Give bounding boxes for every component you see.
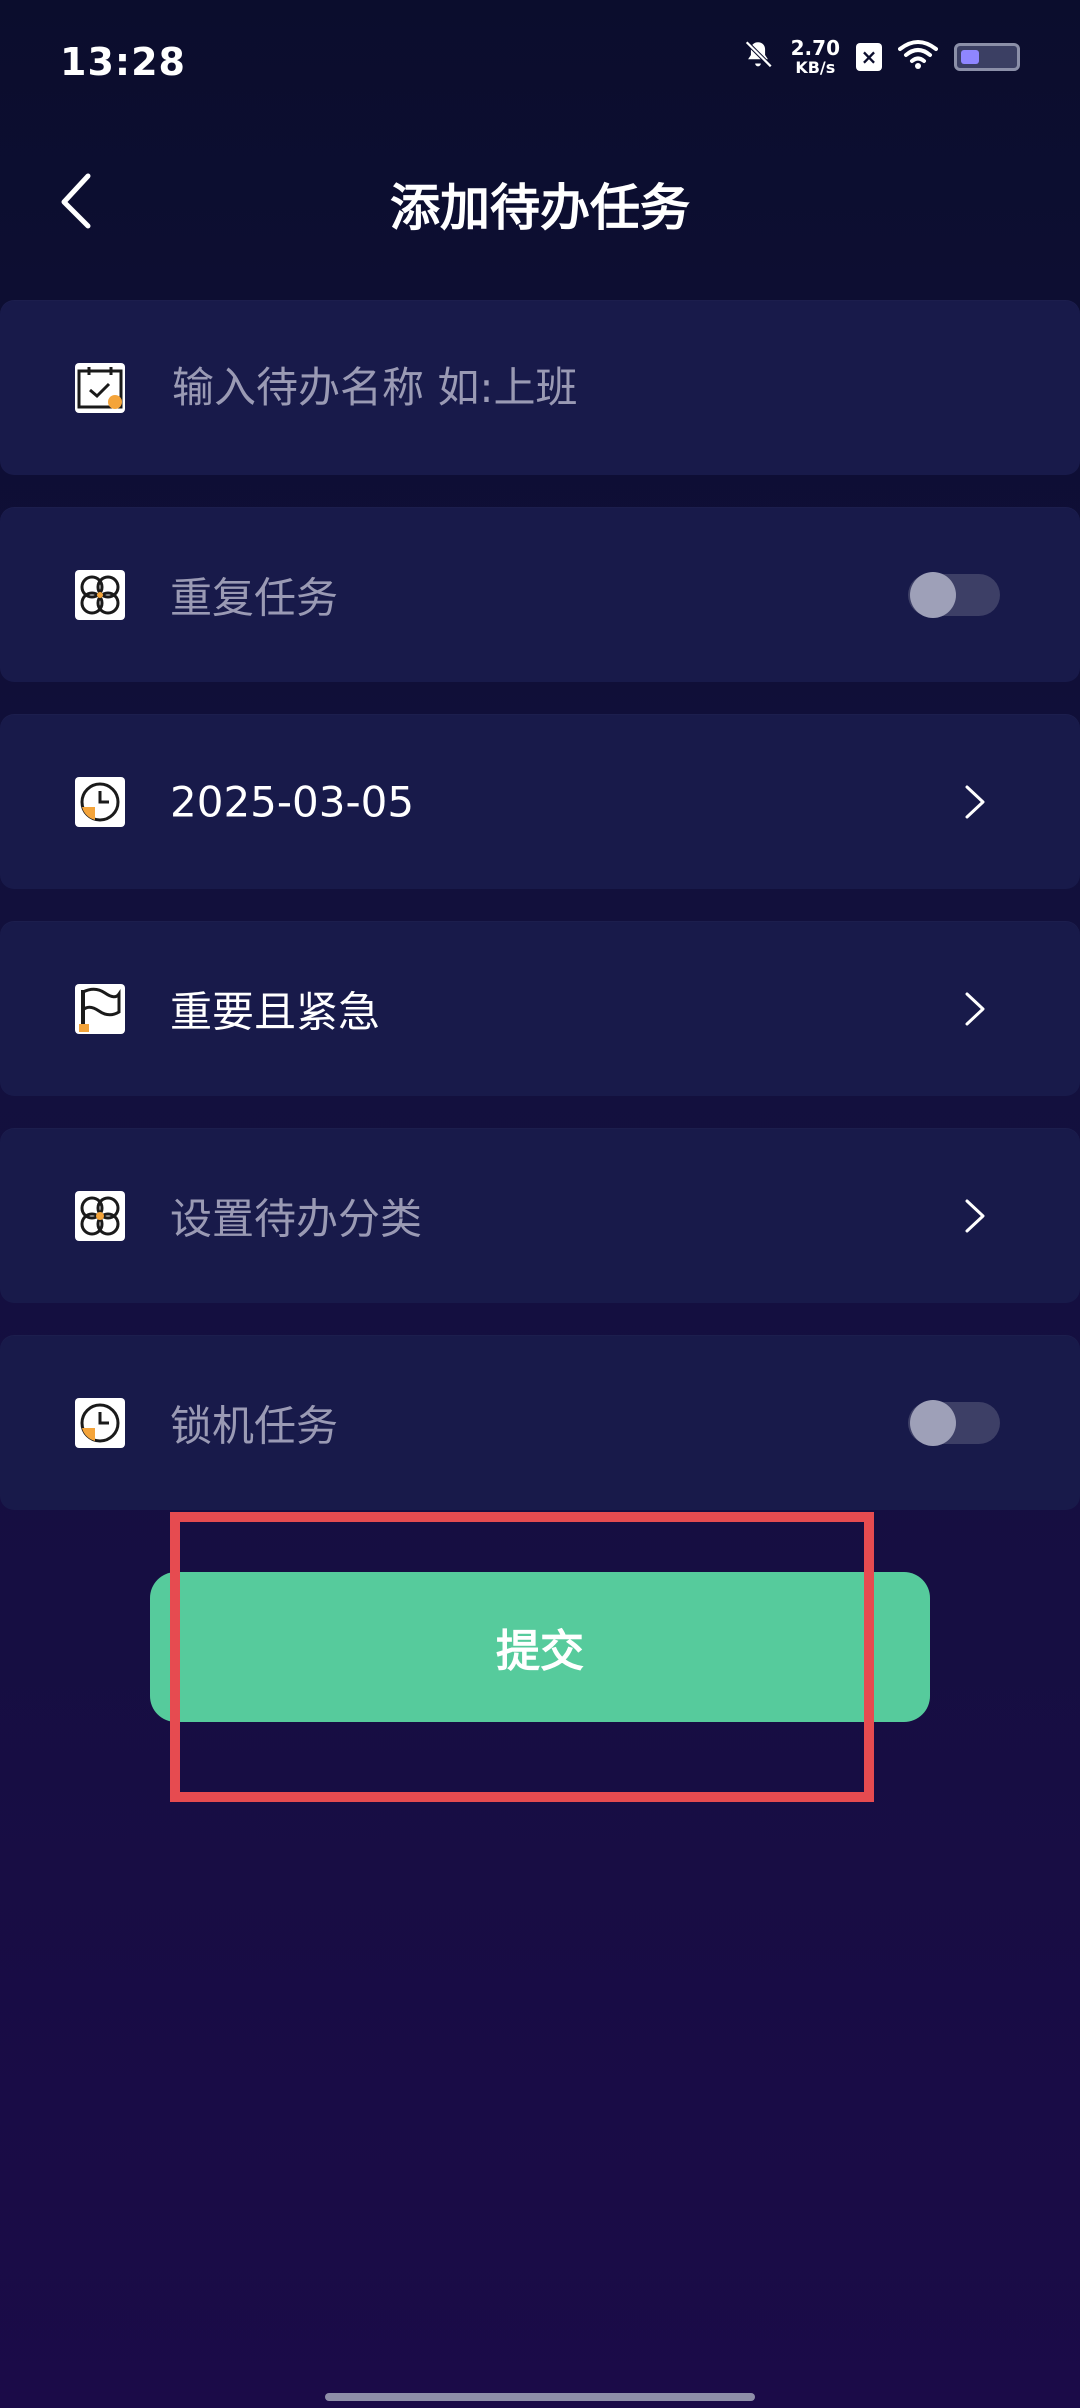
status-icons: 2.70 KB/s ×	[741, 38, 1020, 76]
task-name-input[interactable]	[170, 351, 1020, 424]
task-name-row[interactable]	[0, 300, 1080, 475]
clock-icon	[75, 776, 125, 827]
submit-button[interactable]: 提交	[150, 1572, 930, 1722]
calendar-check-icon	[75, 362, 125, 413]
toggle-knob	[910, 1399, 956, 1446]
sim-off-icon: ×	[856, 43, 882, 71]
flag-icon	[75, 983, 125, 1034]
priority-value: 重要且紧急	[170, 987, 381, 1036]
clock-icon	[75, 1397, 125, 1448]
home-indicator[interactable]	[325, 2393, 755, 2401]
clover-grid-icon	[75, 569, 125, 620]
repeat-task-row[interactable]: 重复任务	[0, 507, 1080, 682]
page-title: 添加待办任务	[390, 179, 690, 237]
clover-grid-icon	[75, 1190, 125, 1241]
toggle-knob	[910, 571, 956, 618]
network-speed-value: 2.70	[790, 36, 840, 60]
battery-icon	[954, 43, 1020, 71]
priority-row[interactable]: 重要且紧急	[0, 921, 1080, 1096]
network-speed: 2.70 KB/s	[791, 38, 840, 76]
header: 添加待办任务	[0, 150, 1080, 250]
network-speed-unit: KB/s	[795, 58, 836, 77]
repeat-task-label: 重复任务	[170, 573, 339, 622]
status-time: 13:28	[60, 40, 186, 84]
lock-task-row[interactable]: 锁机任务	[0, 1335, 1080, 1510]
chevron-right-icon	[965, 992, 985, 1025]
submit-label: 提交	[496, 1626, 584, 1677]
lock-task-label: 锁机任务	[170, 1401, 339, 1450]
bell-muted-icon	[741, 38, 775, 76]
status-bar: 13:28 2.70 KB/s ×	[0, 0, 1080, 120]
category-label: 设置待办分类	[170, 1194, 423, 1243]
chevron-right-icon	[965, 785, 985, 818]
repeat-task-toggle[interactable]	[908, 571, 1000, 618]
date-row[interactable]: 2025-03-05	[0, 714, 1080, 889]
lock-task-toggle[interactable]	[908, 1399, 1000, 1446]
category-row[interactable]: 设置待办分类	[0, 1128, 1080, 1303]
chevron-right-icon	[965, 1199, 985, 1232]
battery-fill	[961, 50, 979, 64]
date-value: 2025-03-05	[170, 777, 415, 826]
wifi-icon	[898, 39, 938, 75]
